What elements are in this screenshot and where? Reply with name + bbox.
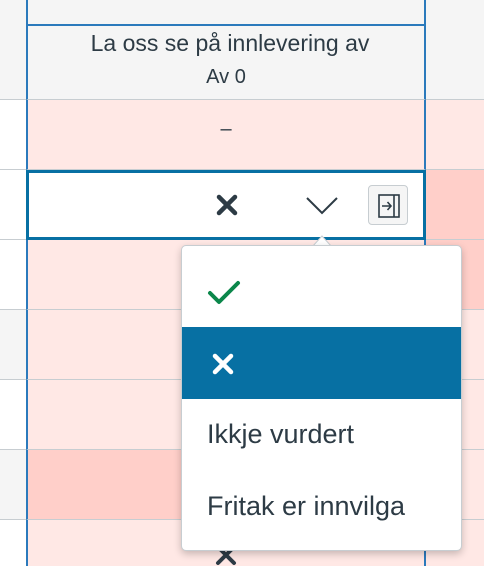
grade-editor-cell[interactable] [26,170,426,240]
left-cell[interactable] [0,520,26,566]
left-cell[interactable] [0,450,26,520]
x-icon[interactable] [213,191,241,219]
left-cell[interactable] [0,170,26,240]
points-possible: Av 0 [206,66,246,88]
check-icon [208,281,240,304]
menu-item-incomplete[interactable] [182,327,461,399]
grade-options-menu: Ikkje vurdert Fritak er innvilga [181,245,462,551]
x-icon [212,353,234,375]
chevron-down-icon[interactable] [305,193,339,217]
column-header-top [26,0,426,24]
right-cell[interactable] [426,170,484,240]
open-tray-icon [378,194,400,218]
menu-item-label: Fritak er innvilga [207,491,406,521]
grade-value: – [220,118,232,140]
left-column [0,0,26,566]
left-header-cell [0,0,26,100]
left-cell[interactable] [0,310,26,380]
left-cell[interactable] [0,380,26,450]
left-cell[interactable] [0,240,26,310]
menu-item-label: Ikkje vurdert [207,419,355,449]
open-tray-button[interactable] [368,185,408,225]
menu-item-complete[interactable] [182,255,461,327]
menu-item-not-graded[interactable]: Ikkje vurdert [182,399,461,471]
right-header-cell [426,0,484,100]
menu-item-excused[interactable]: Fritak er innvilga [182,471,461,543]
assignment-title[interactable]: La oss se på innlevering av [34,30,426,57]
left-cell[interactable] [0,100,26,170]
right-cell[interactable] [426,100,484,170]
